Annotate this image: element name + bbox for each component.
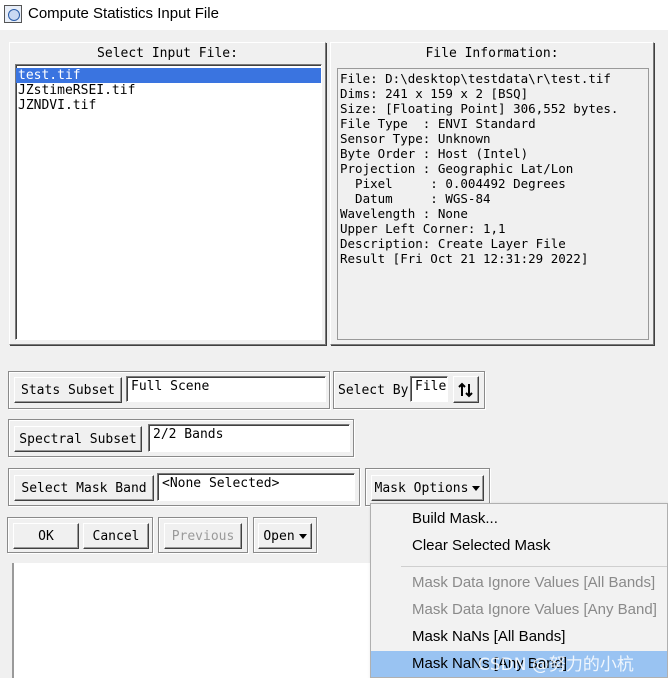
- select-by-value[interactable]: File: [410, 376, 448, 402]
- app-icon: [4, 5, 22, 23]
- mask-band-row: Select Mask Band <None Selected>: [8, 468, 360, 506]
- open-label: Open: [263, 528, 295, 544]
- info-line: File: D:\desktop\testdata\r\test.tif: [340, 71, 611, 86]
- select-by-group: Select By File: [333, 371, 485, 409]
- spectral-subset-button[interactable]: Spectral Subset: [14, 426, 142, 452]
- menu-item-mask-nans-all[interactable]: Mask NaNs [All Bands]: [371, 624, 667, 650]
- file-info-panel: File Information: File: D:\desktop\testd…: [330, 42, 654, 345]
- info-line: Byte Order : Host (Intel): [340, 146, 529, 161]
- lower-panel: [12, 563, 372, 678]
- previous-group: Previous: [158, 517, 248, 553]
- cancel-button[interactable]: Cancel: [83, 523, 149, 549]
- ok-cancel-group: OK Cancel: [7, 517, 153, 553]
- open-button[interactable]: Open: [258, 523, 312, 549]
- info-line: Size: [Floating Point] 306,552 bytes.: [340, 101, 619, 116]
- stats-subset-value: Full Scene: [126, 376, 326, 402]
- file-info-title: File Information:: [425, 46, 559, 61]
- info-line: Datum : WGS-84: [340, 191, 491, 206]
- menu-separator: [401, 566, 667, 567]
- mask-band-value: <None Selected>: [157, 473, 355, 501]
- info-line: Projection : Geographic Lat/Lon: [340, 161, 574, 176]
- open-group: Open: [253, 517, 317, 553]
- spectral-subset-value: 2/2 Bands: [148, 424, 350, 452]
- select-by-label: Select By: [338, 383, 409, 398]
- chevron-down-icon: [298, 533, 307, 539]
- info-line: File Type : ENVI Standard: [340, 116, 536, 131]
- select-mask-band-button[interactable]: Select Mask Band: [14, 475, 154, 501]
- mask-options-group: Mask Options: [365, 468, 490, 506]
- select-input-panel: Select Input File: test.tif JZstimeRSEI.…: [9, 42, 326, 345]
- title-bar: Compute Statistics Input File: [0, 0, 668, 30]
- info-line: Wavelength : None: [340, 206, 468, 221]
- info-line: Pixel : 0.004492 Degrees: [340, 176, 566, 191]
- previous-button[interactable]: Previous: [164, 523, 242, 549]
- file-list-item[interactable]: JZstimeRSEI.tif: [16, 83, 321, 98]
- mask-options-label: Mask Options: [374, 480, 469, 496]
- info-line: Dims: 241 x 159 x 2 [BSQ]: [340, 86, 529, 101]
- menu-item-mask-ignore-all[interactable]: Mask Data Ignore Values [All Bands]: [371, 570, 667, 596]
- stats-subset-row: Stats Subset Full Scene: [8, 371, 330, 409]
- menu-item-clear-mask[interactable]: Clear Selected Mask: [371, 533, 667, 559]
- info-line: Upper Left Corner: 1,1: [340, 221, 506, 236]
- select-input-title: Select Input File:: [97, 46, 238, 61]
- spectral-subset-row: Spectral Subset 2/2 Bands: [8, 419, 354, 457]
- file-info-text: File: D:\desktop\testdata\r\test.tif Dim…: [337, 68, 649, 340]
- sort-up-down-icon[interactable]: [453, 376, 479, 403]
- info-line: Sensor Type: Unknown: [340, 131, 491, 146]
- mask-options-button[interactable]: Mask Options: [371, 475, 484, 501]
- window-title: Compute Statistics Input File: [28, 5, 219, 22]
- file-list-item[interactable]: test.tif: [16, 68, 321, 83]
- chevron-down-icon: [472, 485, 481, 491]
- info-line: Result [Fri Oct 21 12:31:29 2022]: [340, 251, 589, 266]
- watermark: CSDN @努力的小杭: [478, 655, 634, 675]
- file-list[interactable]: test.tif JZstimeRSEI.tif JZNDVI.tif: [15, 64, 322, 340]
- menu-item-mask-ignore-any[interactable]: Mask Data Ignore Values [Any Band]: [371, 597, 667, 623]
- ok-button[interactable]: OK: [13, 523, 79, 549]
- stats-subset-button[interactable]: Stats Subset: [14, 377, 122, 403]
- info-line: Description: Create Layer File: [340, 236, 566, 251]
- menu-item-build-mask[interactable]: Build Mask...: [371, 506, 667, 532]
- file-list-item[interactable]: JZNDVI.tif: [16, 98, 321, 113]
